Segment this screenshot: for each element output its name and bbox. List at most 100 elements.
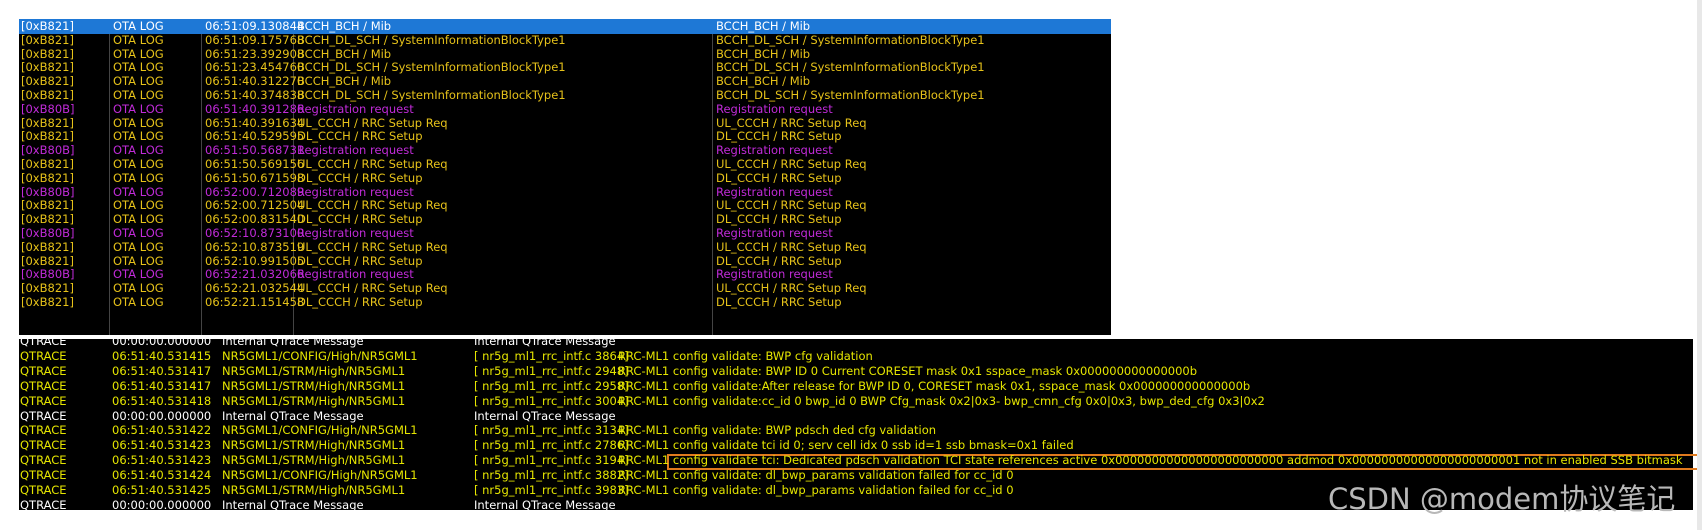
trace-row[interactable]: QTRACE 06:51:40.531422 NR5GML1/CONFIG/High… [19, 423, 1693, 438]
detail-cell: Registration request [716, 143, 833, 158]
log-row[interactable]: [0xB821] OTA LOG 06:51:40.374838 BCCH_DL_SC… [19, 88, 1111, 103]
timestamp-cell: 06:51:40.374838 [205, 88, 305, 102]
message-cell: RRC-ML1 config validate:cc_id 0 bwp_id 0… [618, 393, 1265, 408]
timestamp-cell: 06:51:40.531417 [112, 363, 212, 378]
detail-cell: DL_CCCH / RRC Setup [716, 212, 842, 227]
timestamp-cell: 06:51:40.531423 [112, 438, 212, 453]
selected-log-row[interactable]: [0xB821] OTA LOG 06:51:09.130844 BCCH_BCH /… [19, 19, 1111, 34]
log-row[interactable]: [0xB821] OTA LOG 06:51:40.312270 BCCH_BCH /… [19, 74, 1111, 89]
message-cell: RRC-ML1 config validate tci: Dedicated p… [618, 453, 1683, 468]
source-file-cell: Internal QTrace Message [474, 408, 616, 423]
source-cell: QTRACE [20, 334, 67, 348]
summary-cell: BCCH_BCH / Mib [297, 19, 392, 33]
log-row[interactable]: [0xB80B] OTA LOG 06:52:10.873100 Registrati… [19, 226, 1111, 241]
log-row[interactable]: [0xB821] OTA LOG 06:52:10.873519 UL_CCCH / … [19, 240, 1111, 255]
source-file-cell: [ nr5g_ml1_rrc_intf.c 3983] [474, 483, 629, 497]
timestamp-cell: 06:51:40.312270 [205, 74, 305, 89]
trace-row[interactable]: QTRACE 06:51:40.531415 NR5GML1/CONFIG/High… [19, 349, 1693, 364]
timestamp-cell: 06:51:40.531415 [112, 348, 212, 363]
summary-cell: BCCH_BCH / Mib [297, 46, 392, 61]
log-code-cell: [0xB80B] [21, 226, 75, 240]
summary-cell: DL_CCCH / RRC Setup [297, 212, 423, 227]
summary-cell: DL_CCCH / RRC Setup [297, 253, 423, 268]
source-cell: QTRACE [20, 393, 67, 408]
trace-path-cell: Internal QTrace Message [222, 408, 364, 423]
log-row[interactable]: [0xB80B] OTA LOG 06:51:40.391286 Registrati… [19, 102, 1111, 117]
trace-path-cell: Internal QTrace Message [222, 334, 364, 348]
log-code-cell: [0xB821] [21, 46, 74, 61]
trace-row[interactable]: QTRACE 06:51:40.531417 NR5GML1/STRM/High/N… [19, 379, 1693, 394]
trace-row[interactable]: QTRACE 06:51:40.531417 NR5GML1/STRM/High/N… [19, 364, 1693, 379]
trace-row[interactable]: QTRACE 06:51:40.531423 NR5GML1/STRM/High/N… [19, 438, 1693, 453]
timestamp-cell: 06:52:00.712504 [205, 198, 305, 213]
timestamp-cell: 06:51:09.175768 [205, 32, 305, 47]
ota-log-table[interactable]: [0xB821] OTA LOG 06:51:09.130844 BCCH_BCH /… [19, 19, 1111, 335]
trace-row[interactable]: QTRACE 00:00:00.000000 Internal QTrace Mes… [19, 334, 1693, 349]
source-file-cell: [ nr5g_ml1_rrc_intf.c 3864] [474, 348, 629, 363]
detail-cell: UL_CCCH / RRC Setup Req [716, 115, 867, 130]
log-type-cell: OTA LOG [113, 129, 164, 144]
message-cell: RRC-ML1 config validate:After release fo… [618, 378, 1251, 393]
log-type-cell: OTA LOG [113, 74, 164, 89]
timestamp-cell: 06:51:50.569156 [205, 157, 305, 171]
trace-path-cell: NR5GML1/STRM/High/NR5GML1 [222, 378, 406, 393]
summary-cell: UL_CCCH / RRC Setup Req [297, 115, 448, 130]
summary-cell: UL_CCCH / RRC Setup Req [297, 198, 448, 213]
log-row[interactable]: [0xB821] OTA LOG 06:51:23.454760 BCCH_DL_SC… [19, 60, 1111, 75]
log-row[interactable]: [0xB821] OTA LOG 06:51:40.529595 DL_CCCH / … [19, 129, 1111, 144]
log-row[interactable]: [0xB821] OTA LOG 06:52:00.712504 UL_CCCH / … [19, 198, 1111, 213]
log-row[interactable]: [0xB821] OTA LOG 06:52:00.831540 DL_CCCH / … [19, 212, 1111, 227]
log-type-cell: OTA LOG [113, 281, 164, 296]
log-code-cell: [0xB821] [21, 74, 74, 89]
log-row[interactable]: [0xB80B] OTA LOG 06:51:50.568731 Registrati… [19, 143, 1111, 158]
log-row[interactable]: [0xB80B] OTA LOG 06:52:00.712089 Registrati… [19, 185, 1111, 200]
log-type-cell: OTA LOG [113, 115, 164, 130]
detail-cell: DL_CCCH / RRC Setup [716, 170, 842, 185]
source-file-cell: [ nr5g_ml1_rrc_intf.c 2786] [474, 438, 629, 453]
detail-cell: Registration request [716, 101, 833, 116]
log-row[interactable]: [0xB821] OTA LOG 06:51:50.671598 DL_CCCH / … [19, 171, 1111, 186]
message-cell: RRC-ML1 config validate: dl_bwp_params v… [618, 483, 1014, 497]
detail-cell: UL_CCCH / RRC Setup Req [716, 281, 867, 296]
trace-path-cell: Internal QTrace Message [222, 497, 364, 512]
log-code-cell: [0xB821] [21, 32, 74, 47]
source-file-cell: [ nr5g_ml1_rrc_intf.c 3882] [474, 468, 629, 483]
message-cell: RRC-ML1 config validate: dl_bwp_params v… [618, 468, 1014, 483]
log-code-cell: [0xB821] [21, 212, 74, 227]
log-code-cell: [0xB821] [21, 19, 74, 33]
log-row[interactable]: [0xB821] OTA LOG 06:52:21.151458 DL_CCCH / … [19, 295, 1111, 310]
message-cell: RRC-ML1 config validate: BWP pdsch ded c… [618, 423, 937, 438]
log-row[interactable]: [0xB80B] OTA LOG 06:52:21.032066 Registrati… [19, 267, 1111, 282]
log-row[interactable]: [0xB821] OTA LOG 06:51:50.569156 UL_CCCH / … [19, 157, 1111, 172]
timestamp-cell: 00:00:00.000000 [112, 497, 212, 512]
trace-row[interactable]: QTRACE 06:51:40.531418 NR5GML1/STRM/High/N… [19, 394, 1693, 409]
timestamp-cell: 06:51:40.391286 [205, 101, 305, 116]
log-code-cell: [0xB821] [21, 295, 74, 309]
log-code-cell: [0xB821] [21, 170, 74, 185]
log-row[interactable]: [0xB821] OTA LOG 06:51:40.391634 UL_CCCH / … [19, 116, 1111, 131]
log-type-cell: OTA LOG [113, 101, 164, 116]
summary-cell: UL_CCCH / RRC Setup Req [297, 239, 448, 254]
log-row[interactable]: [0xB821] OTA LOG 06:52:21.032544 UL_CCCH / … [19, 281, 1111, 296]
source-cell: QTRACE [20, 348, 67, 363]
log-row[interactable]: [0xB821] OTA LOG 06:51:09.175768 BCCH_DL_SC… [19, 33, 1111, 48]
summary-cell: DL_CCCH / RRC Setup [297, 170, 423, 185]
source-file-cell: Internal QTrace Message [474, 497, 616, 512]
message-cell: RRC-ML1 config validate: BWP ID 0 Curren… [618, 363, 1198, 378]
summary-cell: BCCH_BCH / Mib [297, 74, 392, 89]
log-row[interactable]: [0xB821] OTA LOG 06:51:23.392908 BCCH_BCH /… [19, 47, 1111, 62]
log-code-cell: [0xB821] [21, 129, 74, 144]
vertical-scrollbar[interactable] [1697, 0, 1702, 530]
timestamp-cell: 00:00:00.000000 [112, 408, 212, 423]
highlighted-trace-row[interactable]: QTRACE 06:51:40.531423 NR5GML1/STRM/High/N… [19, 453, 1693, 468]
timestamp-cell: 06:52:21.151458 [205, 295, 305, 309]
timestamp-cell: 06:52:21.032544 [205, 281, 305, 296]
summary-cell: Registration request [297, 267, 414, 282]
trace-row[interactable]: QTRACE 00:00:00.000000 Internal QTrace Mes… [19, 409, 1693, 424]
log-type-cell: OTA LOG [113, 239, 164, 254]
summary-cell: UL_CCCH / RRC Setup Req [297, 157, 448, 171]
source-cell: QTRACE [20, 468, 67, 483]
log-code-cell: [0xB821] [21, 60, 74, 75]
log-row[interactable]: [0xB821] OTA LOG 06:52:10.991505 DL_CCCH / … [19, 254, 1111, 269]
message-cell: RRC-ML1 config validate: BWP cfg validat… [618, 348, 873, 363]
